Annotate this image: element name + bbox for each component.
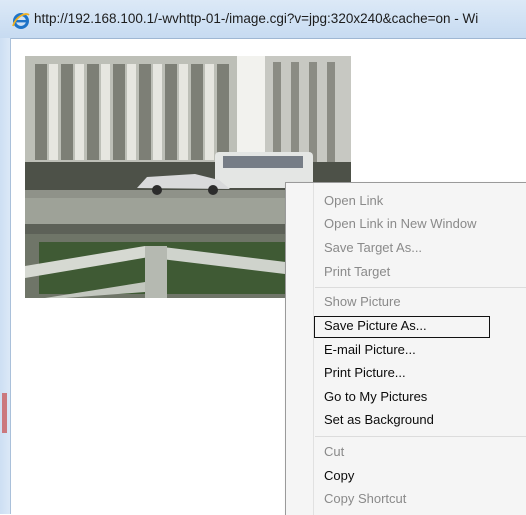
menu-item-email-picture[interactable]: E-mail Picture... <box>324 339 416 361</box>
menu-item-open-link[interactable]: Open Link <box>324 190 383 212</box>
menu-separator <box>315 287 526 288</box>
menu-item-copy[interactable]: Copy <box>324 465 354 487</box>
internet-explorer-icon <box>12 13 30 29</box>
menu-item-cut[interactable]: Cut <box>324 441 344 463</box>
context-menu: Open Link Open Link in New Window Save T… <box>285 182 526 515</box>
window-title: http://192.168.100.1/-wvhttp-01-/image.c… <box>34 11 479 26</box>
menu-item-copy-shortcut[interactable]: Copy Shortcut <box>324 488 406 510</box>
browser-window: http://192.168.100.1/-wvhttp-01-/image.c… <box>0 0 526 515</box>
menu-item-save-target-as[interactable]: Save Target As... <box>324 237 422 259</box>
menu-item-print-picture[interactable]: Print Picture... <box>324 362 406 384</box>
menu-icon-column <box>286 183 314 515</box>
title-bar[interactable]: http://192.168.100.1/-wvhttp-01-/image.c… <box>0 0 526 39</box>
menu-separator <box>315 436 526 437</box>
menu-item-show-picture[interactable]: Show Picture <box>324 291 401 313</box>
left-window-frame <box>0 38 11 514</box>
menu-item-go-to-my-pictures[interactable]: Go to My Pictures <box>324 386 427 408</box>
menu-item-save-picture-as[interactable]: Save Picture As... <box>324 315 427 337</box>
menu-item-print-target[interactable]: Print Target <box>324 261 390 283</box>
menu-item-set-as-background[interactable]: Set as Background <box>324 409 434 431</box>
menu-item-open-link-new-window[interactable]: Open Link in New Window <box>324 213 476 235</box>
